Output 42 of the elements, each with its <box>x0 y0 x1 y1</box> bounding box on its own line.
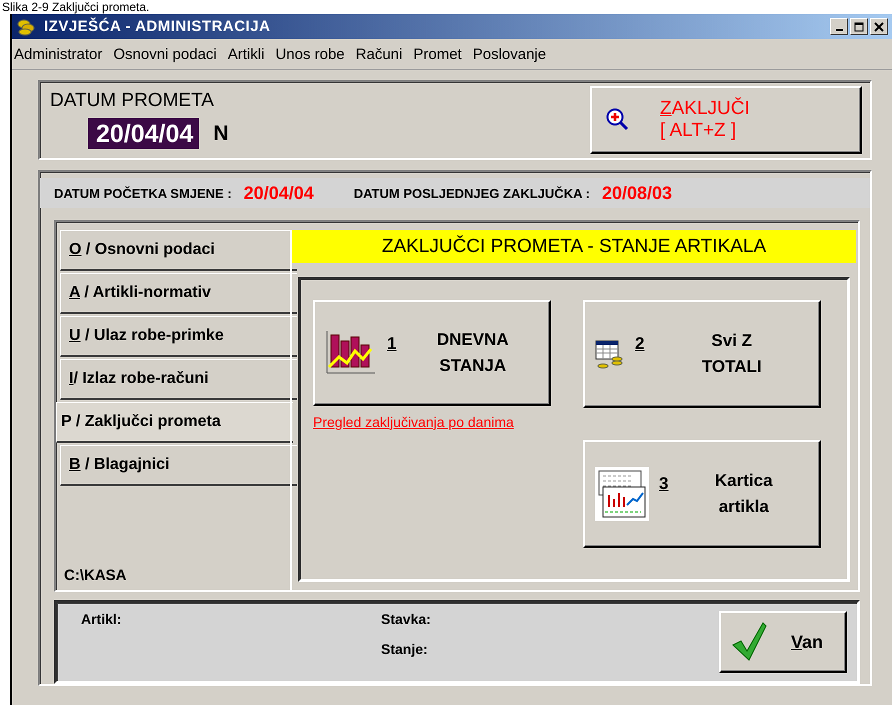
figure-caption: Slika 2-9 Zaključci prometa. <box>1 0 150 14</box>
action-button[interactable]: 2 Svi Z TOTALI <box>583 300 821 408</box>
tab[interactable]: U / Ulaz robe-primke <box>60 316 297 358</box>
zoom-in-icon <box>606 108 630 132</box>
tab[interactable]: B / Blagajnici <box>60 445 297 486</box>
tab[interactable]: P / Zaključci prometa <box>56 402 293 444</box>
date-label: DATUM PROMETA <box>50 90 215 112</box>
menu-item[interactable]: Računi <box>356 46 410 62</box>
menu-item[interactable]: Osnovni podaci <box>113 46 225 62</box>
info-value: 20/08/03 <box>602 182 672 204</box>
menu-item[interactable]: Unos robe <box>275 46 353 62</box>
window-title: IZVJEŠĆA - ADMINISTRACIJA <box>44 18 272 35</box>
info-label: DATUM POČETKA SMJENE : <box>54 186 232 201</box>
info-value: 20/04/04 <box>244 182 314 204</box>
menu-item[interactable]: Artikli <box>228 46 272 62</box>
close-icon <box>874 22 884 32</box>
panel-title: ZAKLJUČCI PROMETA - STANJE ARTIKALA <box>292 230 856 263</box>
maximize-button[interactable] <box>850 18 868 35</box>
report-chart-icon <box>595 466 649 521</box>
menu-item[interactable]: Poslovanje <box>472 46 554 62</box>
minimize-icon <box>836 29 842 31</box>
close-button[interactable] <box>870 18 888 35</box>
exit-button[interactable]: Van <box>719 611 847 674</box>
tab[interactable]: O / Osnovni podaci <box>60 230 297 272</box>
path-text: C:\KASA <box>64 567 126 584</box>
tab[interactable]: I/ Izlaz robe-računi <box>60 359 297 400</box>
info-label: DATUM POSLJEDNJEG ZAKLJUČKA : <box>354 186 590 201</box>
status-label: Stavka: <box>381 611 431 628</box>
menu-item[interactable]: Administrator <box>14 46 110 62</box>
check-icon <box>731 621 767 664</box>
action-button[interactable]: 1 DNEVNA STANJA <box>313 300 551 406</box>
menu-item[interactable]: Promet <box>413 46 470 62</box>
maximize-icon <box>854 22 864 32</box>
status-label: Stanje: <box>381 641 429 658</box>
action-button[interactable]: 3 Kartica artikla <box>583 440 821 548</box>
coins-icon <box>16 18 36 36</box>
tab[interactable]: A / Artikli-normativ <box>60 273 297 314</box>
minimize-button[interactable] <box>830 18 848 35</box>
table-with-coins-icon <box>595 338 625 369</box>
shift-mode-text: N <box>213 122 228 146</box>
date-field[interactable]: 20/04/04 <box>88 118 200 149</box>
status-label: Artikl: <box>81 611 122 630</box>
